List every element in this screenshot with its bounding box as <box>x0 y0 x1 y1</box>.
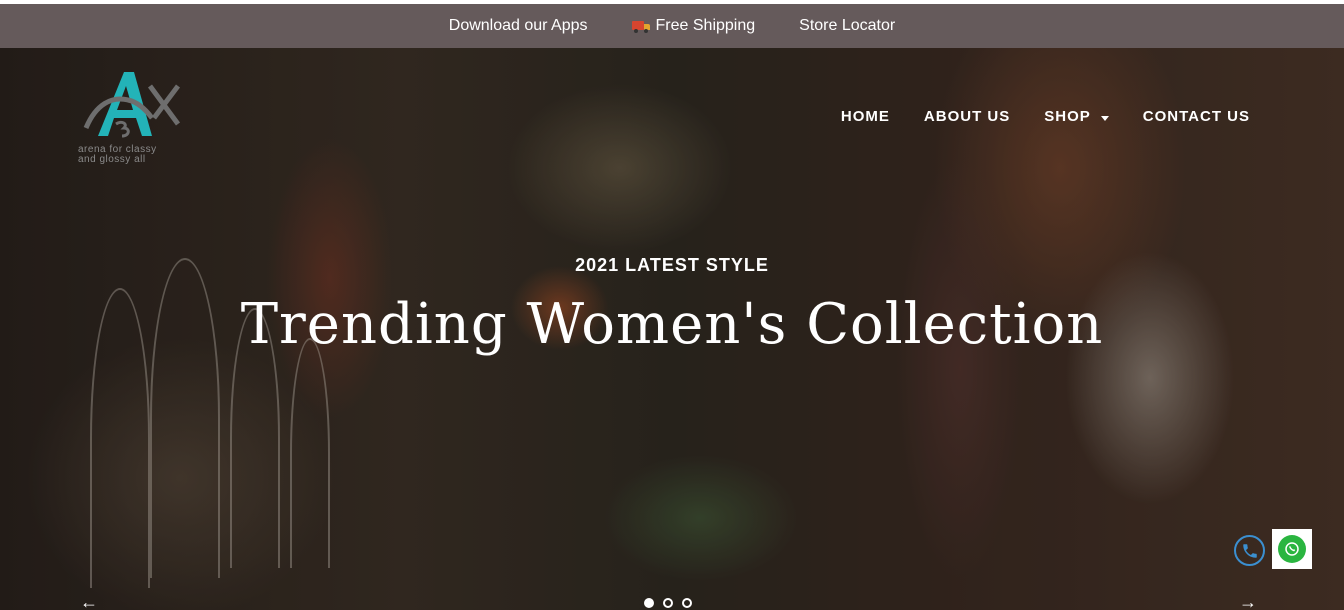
hero-title: Trending Women's Collection <box>240 292 1104 357</box>
download-apps-label: Download our Apps <box>448 17 588 34</box>
nav-home[interactable]: HOME <box>841 108 890 125</box>
prev-slide-arrow-icon[interactable]: ← <box>80 593 98 610</box>
store-locator-label: Store Locator <box>799 17 896 34</box>
slider-pagination <box>644 598 692 608</box>
slide-dot-1[interactable] <box>644 598 654 608</box>
brand-tagline: arena for classy and glossy all <box>78 145 157 165</box>
phone-icon <box>1242 543 1257 558</box>
store-locator-link[interactable]: Store Locator <box>799 17 895 35</box>
hanger-decoration <box>290 338 330 568</box>
logo-mark-icon <box>83 72 181 138</box>
next-slide-arrow-icon[interactable]: → <box>1239 593 1257 610</box>
slide-dot-2[interactable] <box>663 598 673 608</box>
hero-subtitle: 2021 LATEST STYLE <box>575 255 769 275</box>
whatsapp-icon <box>1278 535 1306 563</box>
top-bar: Download our Apps Free Shipping Store Lo… <box>0 4 1344 48</box>
nav-contact[interactable]: CONTACT US <box>1143 108 1250 125</box>
whatsapp-button[interactable] <box>1272 529 1312 569</box>
free-shipping-label: Free Shipping <box>655 17 756 34</box>
brand-logo[interactable]: arena for classy and glossy all <box>76 66 186 176</box>
nav-about[interactable]: ABOUT US <box>924 108 1010 125</box>
slide-dot-3[interactable] <box>682 598 692 608</box>
main-nav: HOME ABOUT US SHOP CONTACT US <box>841 108 1250 125</box>
nav-shop[interactable]: SHOP <box>1044 108 1109 125</box>
free-shipping-link[interactable]: Free Shipping <box>631 17 756 35</box>
nav-shop-label: SHOP <box>1044 108 1091 125</box>
chevron-down-icon <box>1100 116 1109 121</box>
brand-tagline-line2: and glossy all <box>78 154 146 165</box>
download-apps-link[interactable]: Download our Apps <box>449 17 588 35</box>
call-button[interactable] <box>1234 535 1265 566</box>
truck-icon <box>631 20 650 33</box>
